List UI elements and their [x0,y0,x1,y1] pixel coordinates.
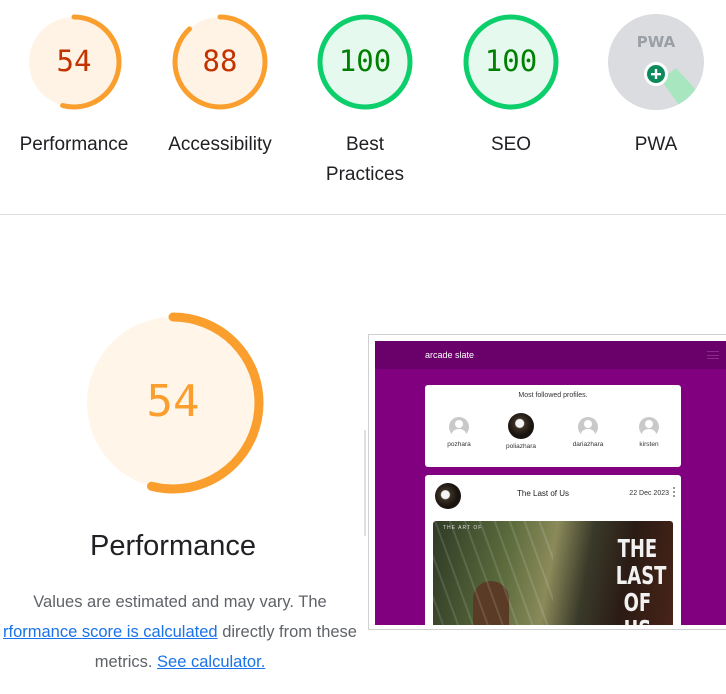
scrollbar-line [364,430,366,536]
gauge-seo[interactable]: 100 SEO [441,12,581,160]
logo-line-3: OF US [623,588,652,625]
gauge-score: 100 [339,44,391,78]
profile-item: pozhara [429,417,489,448]
avatar [508,413,534,439]
image-logo: THE LAST OF US [615,534,667,625]
gauge-label-line2: Practices [325,164,405,185]
post-image: THE ART OF THE LAST OF US [433,521,673,625]
image-caption: THE ART OF [443,525,483,531]
profile-item: poliazhara [491,413,551,450]
best-practices-gauge-ring: 100 [317,14,413,110]
desc-text-3: metrics. [94,653,153,671]
profile-item: dariazhara [558,417,618,448]
gauge-accessibility[interactable]: 88 Accessibility [150,12,290,160]
screenshot-brand: arcade slate [425,350,475,360]
gauge-score: 88 [203,44,238,78]
performance-gauge-ring: 54 [26,14,122,110]
gauge-label: Performance [19,134,129,155]
post-card: The Last of Us 22 Dec 2023 THE ART OF TH… [425,475,681,625]
profiles-card-title: Most followed profiles. [518,392,588,399]
score-calculated-link[interactable]: rformance score is calculated [3,623,218,641]
section-divider [0,214,726,215]
big-gauge-score: 54 [147,376,200,427]
performance-big-gauge: 54 [82,312,264,494]
screenshot-page: arcade slate Most followed profiles. poz… [375,341,726,625]
logo-line-2: LAST [615,561,667,590]
category-gauges: 54 Performance 88 Accessibility 100 Best… [0,0,726,215]
accessibility-gauge-ring: 88 [172,14,268,110]
gauge-label: Best Practices [295,130,435,190]
gauge-label: Accessibility [168,134,272,155]
profile-name: dariazhara [572,441,604,448]
post-date: 22 Dec 2023 [629,490,669,497]
gauge-score: 54 [57,44,92,78]
profile-name: pozhara [447,441,471,448]
avatar [449,417,469,437]
hamburger-menu-icon [707,351,719,359]
see-calculator-link[interactable]: See calculator. [157,653,265,671]
gauge-label: SEO [490,134,532,155]
gauge-performance[interactable]: 54 Performance [4,12,144,160]
gauge-best-practices[interactable]: 100 Best Practices [295,12,435,190]
gauge-pwa[interactable]: PWA PWA [586,12,726,160]
profile-name: poliazhara [506,443,536,450]
avatar [578,417,598,437]
gauge-label: PWA [634,134,678,155]
pwa-badge-icon: PWA [608,14,704,110]
gauge-score: 100 [485,44,537,78]
profile-item: kirsten [619,417,679,448]
desc-text-1: Values are estimated and may vary. The [33,593,327,611]
profile-name: kirsten [639,441,659,448]
more-options-icon [673,487,675,497]
gauge-label-line1: Best [345,134,385,155]
pwa-badge-text: PWA [637,33,676,51]
profiles-card: Most followed profiles. pozhara poliazha… [425,385,681,467]
screenshot-navbar: arcade slate [375,341,726,369]
seo-gauge-ring: 100 [463,14,559,110]
avatar [639,417,659,437]
desc-text-2: directly from these [222,623,357,641]
logo-line-1: THE [617,534,658,563]
performance-title: Performance [89,530,256,562]
final-screenshot[interactable]: arcade slate Most followed profiles. poz… [368,334,726,630]
post-title: The Last of Us [516,489,570,498]
performance-description: Values are estimated and may vary. The r… [0,587,390,677]
